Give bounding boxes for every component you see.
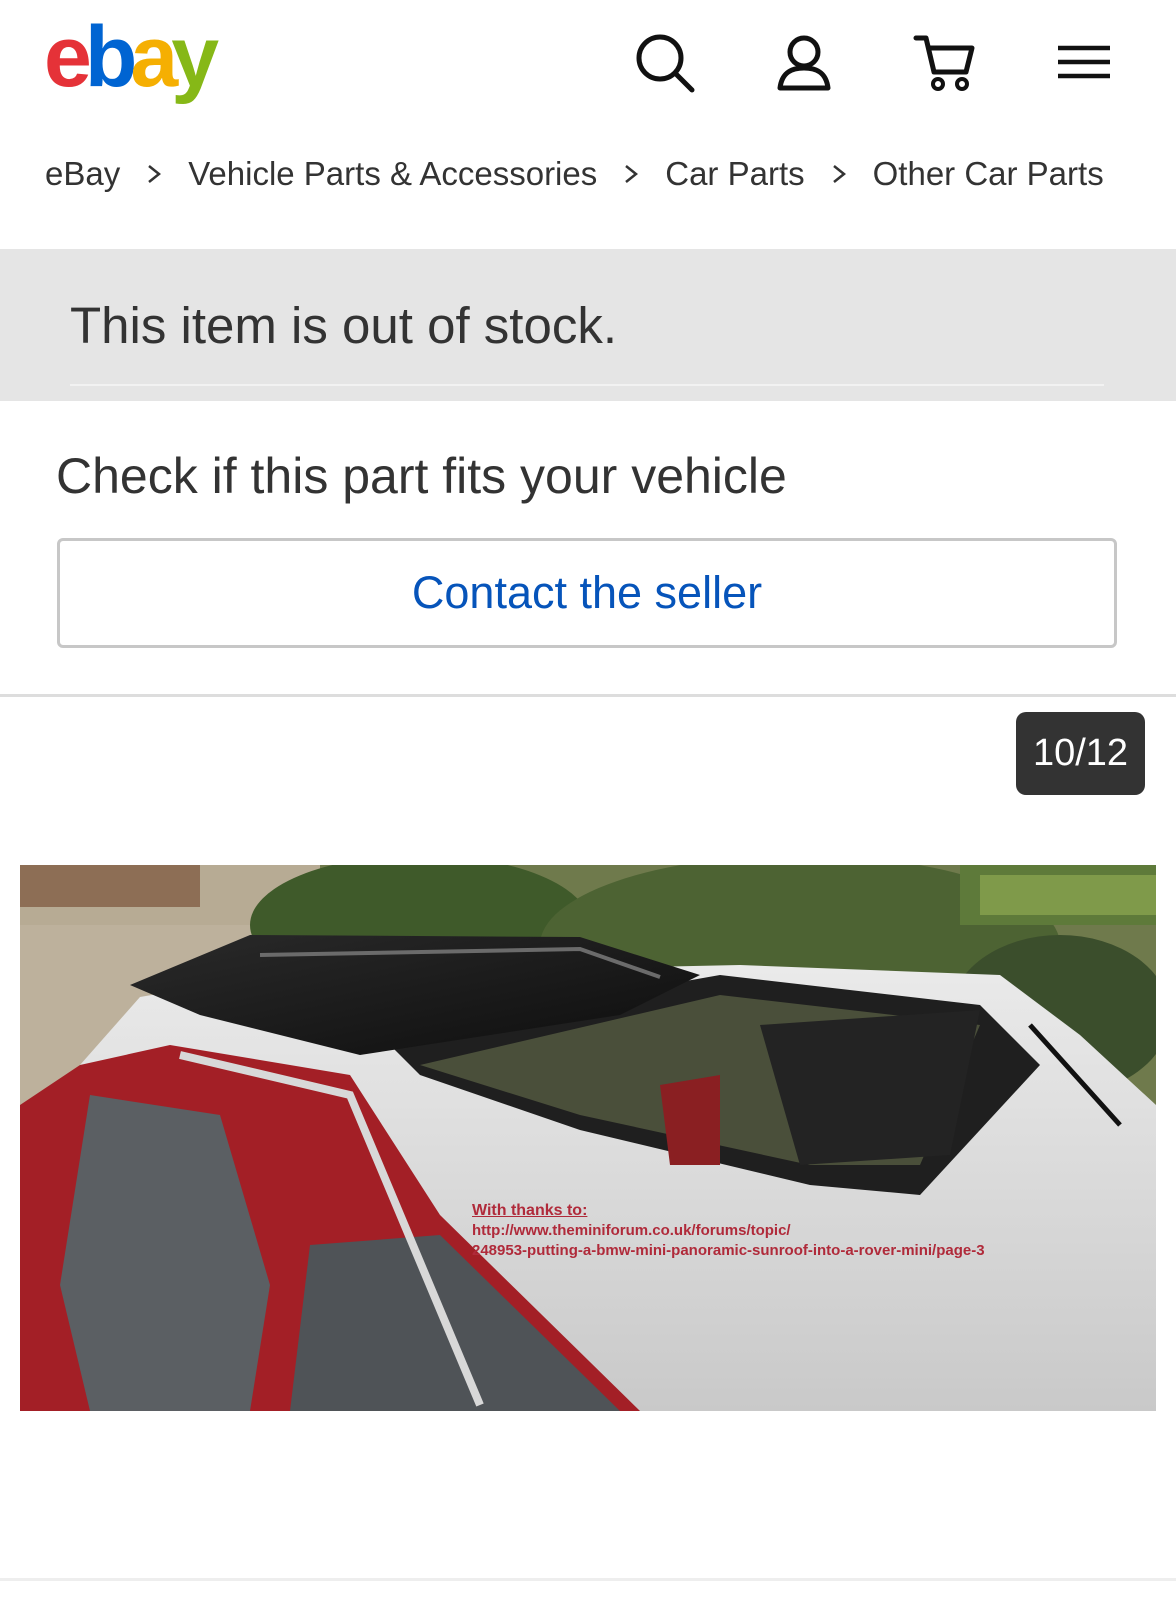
fitment-heading: Check if this part fits your vehicle [56,448,787,504]
breadcrumb: eBay Vehicle Parts & Accessories Car Par… [45,152,1104,196]
header: ebay [0,0,1176,128]
section-divider [0,694,1176,697]
menu-icon[interactable] [1052,30,1116,94]
product-image[interactable]: With thanks to: http://www.theminiforum.… [20,865,1156,1411]
breadcrumb-item-ebay[interactable]: eBay [45,155,120,193]
image-counter-badge: 10/12 [1016,712,1145,795]
photo-watermark-caption: With thanks to: http://www.theminiforum.… [472,1202,985,1259]
contact-seller-button[interactable]: Contact the seller [57,538,1117,648]
sunroof-car-photo [20,865,1156,1411]
chevron-right-icon [829,152,849,196]
ebay-logo[interactable]: ebay [44,14,219,100]
account-icon[interactable] [772,30,836,94]
banner-divider [70,384,1104,386]
breadcrumb-item-car-parts[interactable]: Car Parts [665,155,804,193]
breadcrumb-item-other-car-parts[interactable]: Other Car Parts [873,155,1104,193]
chevron-right-icon [621,152,641,196]
chevron-right-icon [144,152,164,196]
cart-icon[interactable] [912,30,976,94]
breadcrumb-item-vehicle-parts[interactable]: Vehicle Parts & Accessories [188,155,597,193]
search-icon[interactable] [632,30,696,94]
out-of-stock-message: This item is out of stock. [70,297,618,354]
bottom-divider [0,1578,1176,1581]
